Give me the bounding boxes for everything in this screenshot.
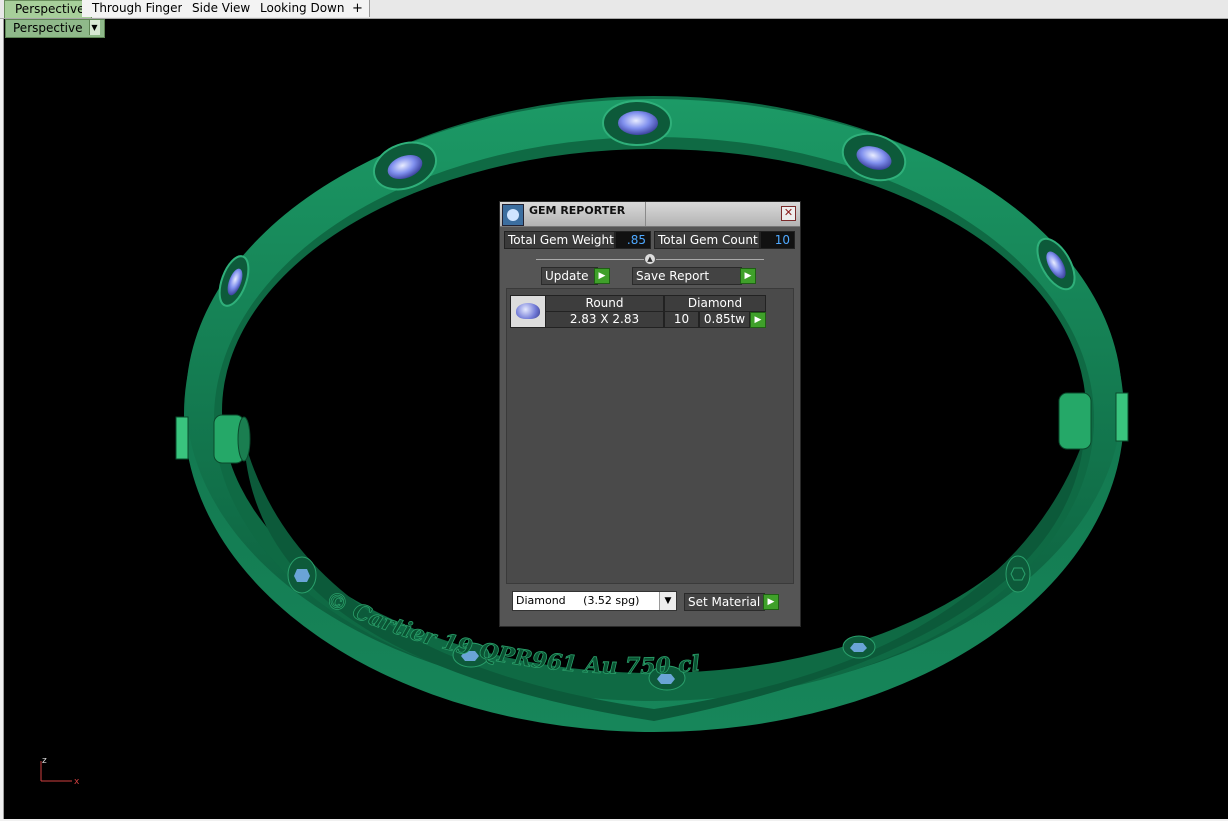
round-diamond-icon [516,303,540,319]
set-material-button[interactable]: Set Material [684,593,765,611]
chevron-down-icon[interactable]: ▼ [659,592,676,610]
viewport-title: Perspective [13,21,83,35]
gem-size-cell: 2.83 X 2.83 [545,311,664,328]
tab-perspective[interactable]: Perspective [4,0,92,18]
material-select[interactable]: Diamond (3.52 spg) ▼ [512,591,677,611]
gem-setting [602,100,672,146]
gem-weight-cell: 0.85tw [699,311,750,328]
collapse-toggle-icon[interactable]: ▲ [644,253,656,265]
gem-material-cell: Diamond [664,295,766,312]
total-gem-weight-value: .85 [615,231,651,249]
screw-head [842,635,876,659]
axis-indicator: z x [40,756,80,785]
update-button[interactable]: Update [541,267,598,285]
add-tab-button[interactable]: + [346,0,370,17]
save-report-button[interactable]: Save Report [632,267,742,285]
gem-row-go-icon[interactable]: ▶ [750,312,766,328]
set-material-go-icon[interactable]: ▶ [763,594,779,610]
gem-reporter-logo-icon [502,204,524,226]
axis-z-label: z [42,756,47,766]
viewport-tab-bar: Perspective Through Finger Side View Loo… [0,0,1228,19]
gem-list: Round Diamond 2.83 X 2.83 10 0.85tw ▶ [506,288,794,584]
save-report-go-icon[interactable]: ▶ [740,268,756,284]
gem-count-cell: 10 [664,311,699,328]
viewport-title-dropdown[interactable]: Perspective ▼ [5,19,105,38]
gem-thumbnail[interactable] [510,295,546,328]
titlebar-divider [645,202,646,226]
gem-reporter-title: GEM REPORTER [529,204,626,217]
update-go-icon[interactable]: ▶ [594,268,610,284]
material-select-value: Diamond (3.52 spg) [516,594,640,607]
chevron-down-icon[interactable]: ▼ [88,20,100,35]
total-gem-count-label: Total Gem Count [654,231,760,249]
tab-looking-down[interactable]: Looking Down [250,0,352,17]
total-gem-count-value: 10 [760,231,795,249]
gem-reporter-panel: GEM REPORTER ✕ Total Gem Weight .85 Tota… [499,201,801,627]
gem-reporter-titlebar[interactable]: GEM REPORTER ✕ [500,202,800,227]
axis-x-label: x [74,777,80,785]
tab-through-finger[interactable]: Through Finger [82,0,190,17]
tab-side-view[interactable]: Side View [182,0,258,17]
screw-head [287,556,317,594]
total-gem-weight-label: Total Gem Weight [504,231,615,249]
screw-head [1005,555,1031,593]
gem-shape-cell: Round [545,295,664,312]
close-button[interactable]: ✕ [781,206,796,221]
